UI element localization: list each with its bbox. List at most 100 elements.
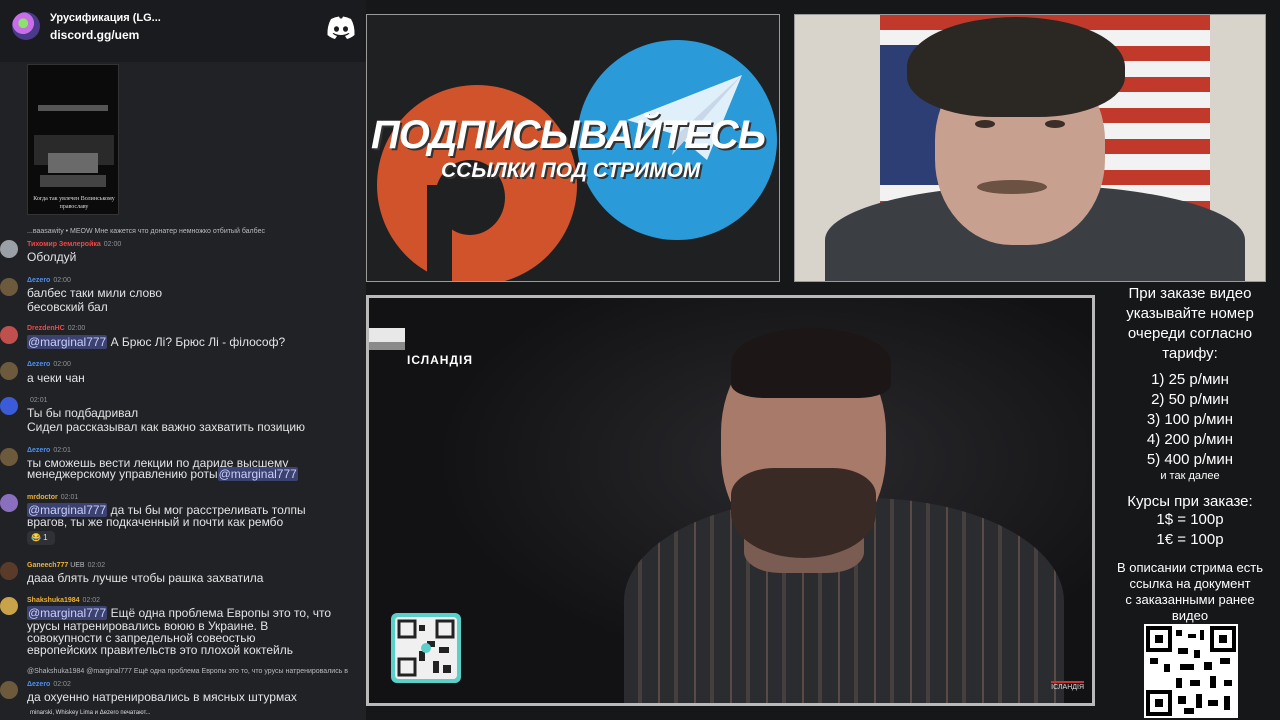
user-mention[interactable]: @marginal777 (27, 606, 108, 620)
avatar[interactable] (0, 278, 18, 296)
qr-code-icon (395, 617, 457, 679)
typing-indicator: minarski, Whiskey Lima и Δezero печатают… (30, 710, 151, 716)
user-mention[interactable]: @marginal777 (217, 467, 298, 481)
image-caption: Когда так увлечен Волинському православу (33, 196, 115, 210)
message-meta: Δezero 02:01 (27, 447, 71, 454)
order-qr-code[interactable] (1144, 624, 1238, 718)
message-meta: DrezdenHC 02:00 (27, 325, 85, 332)
reply-preview[interactable]: @Shakshuka1984 @marginal777 Ещё одна про… (27, 668, 348, 675)
tariff-line: 4) 200 р/мин (1146, 431, 1234, 448)
streamer-webcam (794, 14, 1266, 282)
description-line: ссылка на документ (1129, 576, 1251, 591)
avatar[interactable] (0, 681, 18, 699)
message-meta: Shakshuka1984 02:02 (27, 597, 100, 604)
heading-line: указывайте номер (1126, 305, 1254, 322)
message-text: @marginal777 А Брюс Лі? Брюс Лі - філосо… (27, 335, 286, 349)
message-text: Оболдуй (27, 250, 77, 264)
server-invite-link[interactable]: discord.gg/uem (50, 28, 139, 42)
message-text: да охуенно натренировались в мясных штур… (27, 690, 297, 704)
channel-logo: ІСЛАНДІЯ (1051, 681, 1084, 691)
avatar[interactable] (0, 494, 18, 512)
message-meta: Δezero 02:02 (27, 681, 71, 688)
tariff-etc: и так далее (1160, 470, 1220, 482)
message-meta: Ganeech777 UEB 02:02 (27, 562, 105, 569)
video-qr-code[interactable] (391, 613, 461, 683)
message-body: Ещё одна проблема Европы это то, что (110, 606, 332, 620)
discord-chat-panel: Урусификация (LG... discord.gg/uem Когда… (0, 0, 366, 720)
message-body: менеджерскому управлению роты (27, 467, 218, 481)
video-location-label: ІСЛАНДІЯ (407, 353, 473, 367)
message-author[interactable]: mrdoctor (27, 494, 58, 501)
message-meta: Тихомир Землеройка 02:00 (27, 241, 121, 248)
message-author[interactable]: Тихомир Землеройка (27, 241, 101, 248)
subscribe-banner: ПОДПИСЫВАЙТЕСЬ ССЫЛКИ ПОД СТРИМОМ (366, 14, 780, 282)
emoji-reaction[interactable]: 😂 1 (27, 531, 55, 545)
message-text: европейских правительств это плохой кокт… (27, 643, 293, 657)
main-video-player[interactable]: ІСЛАНДІЯ ІСЛАНДІЯ (366, 295, 1095, 706)
description-note: В описании стрима есть ссылка на докумен… (1100, 560, 1280, 624)
description-line: с заказанными ранее (1125, 592, 1255, 607)
message-time: 02:02 (82, 597, 101, 604)
chat-header: Урусификация (LG... discord.gg/uem (0, 0, 366, 62)
message-meta: mrdoctor 02:01 (27, 494, 78, 501)
stream-layout: Урусификация (LG... discord.gg/uem Когда… (0, 0, 1280, 720)
avatar[interactable] (0, 597, 18, 615)
message-time: 02:00 (53, 361, 71, 368)
message-text: а чеки чан (27, 371, 85, 385)
heading-line: очереди согласно (1127, 325, 1253, 342)
promo-title: ПОДПИСЫВАЙТЕСЬ (371, 113, 766, 157)
order-price-panel: При заказе видео указывайте номер очеред… (1100, 282, 1280, 720)
message-time: 02:02 (53, 681, 71, 688)
avatar[interactable] (0, 397, 18, 415)
message-time: 02:00 (67, 325, 86, 332)
tariff-line: 2) 50 р/мин (1151, 391, 1229, 408)
message-time: 02:00 (103, 241, 122, 248)
message-text: менеджерскому управлению роты@marginal77… (27, 467, 298, 481)
avatar[interactable] (0, 240, 18, 258)
rate-line: 1€ = 100р (1156, 531, 1224, 548)
message-meta: 02:01 (27, 397, 48, 404)
message-text: Сидел рассказывал как важно захватить по… (27, 420, 306, 434)
message-time: 02:01 (30, 397, 48, 404)
tariff-line: 1) 25 р/мин (1151, 371, 1229, 388)
user-mention[interactable]: @marginal777 (27, 335, 108, 349)
avatar[interactable] (0, 326, 18, 344)
message-author[interactable]: Δezero (27, 277, 50, 284)
message-author[interactable]: Δezero (27, 681, 50, 688)
message-text: балбес таки мили слово (27, 286, 163, 300)
rates-title: Курсы при заказе: (1127, 493, 1253, 510)
price-heading: При заказе видео указывайте номер очеред… (1100, 284, 1280, 364)
avatar[interactable] (0, 562, 18, 580)
reply-preview[interactable]: ...ваasawity • MEOW Мне кажется что дона… (27, 228, 265, 235)
message-author[interactable]: Δezero (27, 361, 50, 368)
message-author[interactable]: Ganeech777 (27, 562, 68, 569)
message-text: Ты бы подбадривал (27, 406, 139, 420)
message-text: бесовский бал (27, 300, 108, 314)
rate-line: 1$ = 100р (1156, 511, 1224, 528)
message-time: 02:01 (53, 447, 71, 454)
server-icon (12, 12, 40, 40)
message-author[interactable]: Shakshuka1984 (27, 597, 80, 604)
promo-subtitle: ССЫЛКИ ПОД СТРИМОМ (441, 159, 701, 182)
streamer-hair (907, 17, 1125, 117)
tariff-line: 3) 100 р/мин (1146, 411, 1234, 428)
avatar[interactable] (0, 362, 18, 380)
message-time: 02:00 (53, 277, 71, 284)
discord-logo-icon (327, 16, 355, 39)
tariff-line: 5) 400 р/мин (1146, 451, 1234, 468)
message-time: 02:02 (87, 562, 106, 569)
message-text: врагов, ты же подкаченный и почти как ре… (27, 515, 284, 529)
message-author[interactable]: Δezero (27, 447, 50, 454)
avatar[interactable] (0, 448, 18, 466)
heading-line: При заказе видео (1128, 285, 1252, 302)
message-author[interactable]: DrezdenHC (27, 325, 65, 332)
server-name: Урусификация (LG... (50, 12, 161, 24)
message-body: А Брюс Лі? Брюс Лі - філософ? (110, 335, 286, 349)
description-line: видео (1171, 608, 1209, 623)
chat-image-attachment[interactable]: Когда так увлечен Волинському православу (27, 64, 119, 215)
message-text: дааа блять лучше чтобы рашка захватила (27, 571, 264, 585)
message-meta: Δezero 02:00 (27, 277, 71, 284)
heading-line: тарифу: (1162, 345, 1218, 362)
description-line: В описании стрима есть (1116, 560, 1264, 575)
message-meta: Δezero 02:00 (27, 361, 71, 368)
